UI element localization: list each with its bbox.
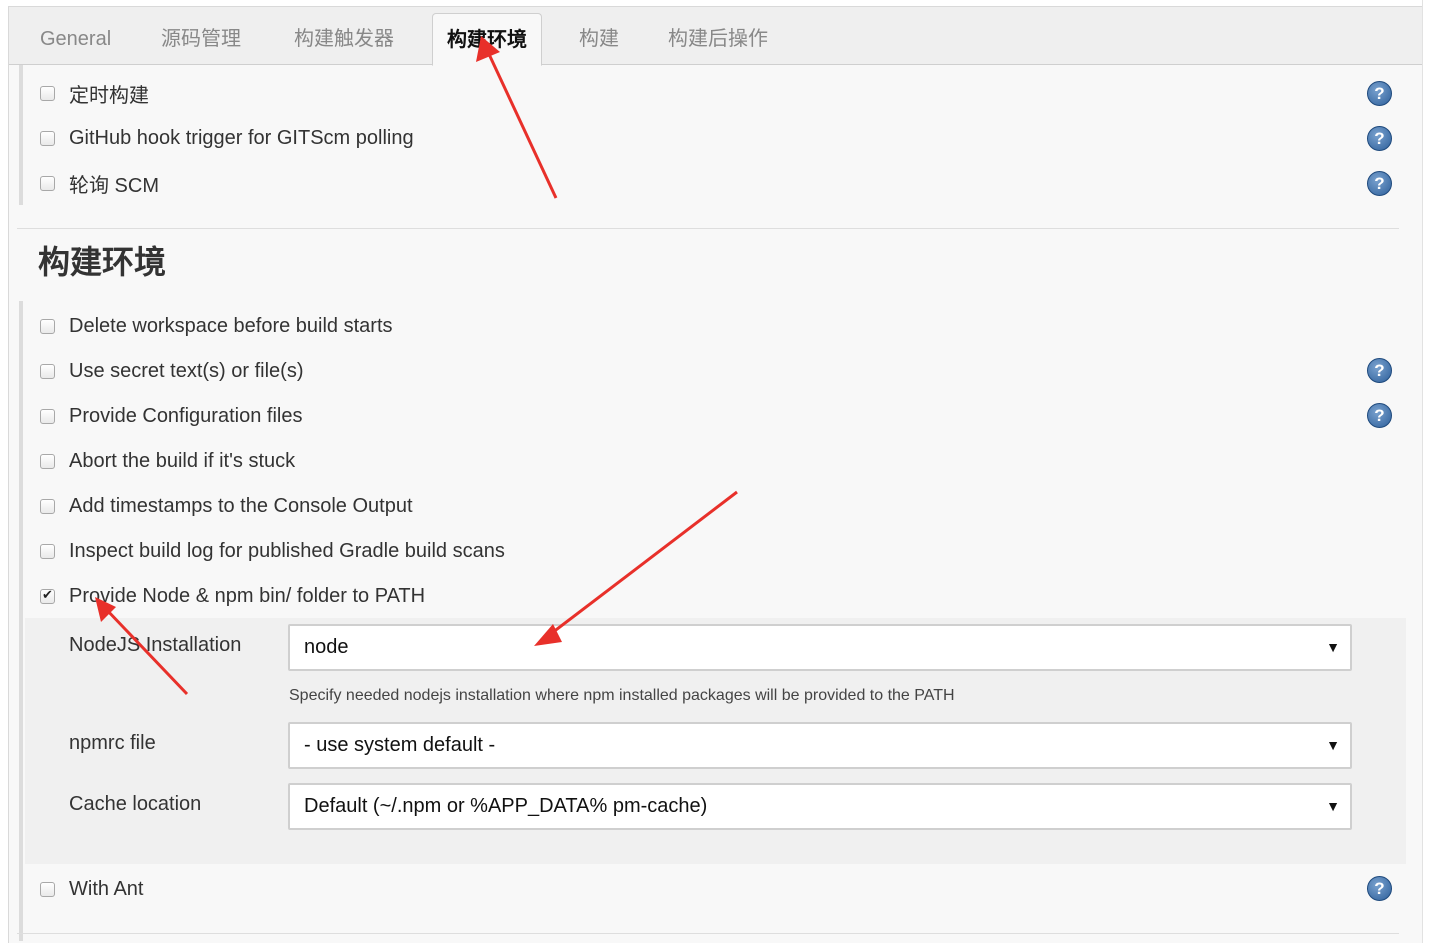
chevron-down-icon: ▼ [1326,798,1340,814]
help-icon[interactable]: ? [1367,358,1392,383]
select-value: - use system default - [304,734,496,756]
nodejs-installation-select[interactable]: node ▼ [288,624,1352,671]
provide-node-checkbox[interactable] [40,587,55,604]
help-icon[interactable]: ? [1367,81,1392,106]
trigger-row-scheduled: 定时构建 [40,78,149,108]
chevron-down-icon: ▼ [1326,639,1340,655]
section-indent-bar [19,301,23,941]
env-row-timestamps: Add timestamps to the Console Output [40,491,413,521]
tab-bar: General 源码管理 构建触发器 构建环境 构建 构建后操作 [9,7,1422,66]
with-ant-checkbox[interactable] [40,881,55,897]
secret-text-checkbox[interactable] [40,363,55,379]
checkbox-label: 定时构建 [69,84,149,107]
section-divider [17,228,1399,229]
help-icon[interactable]: ? [1367,403,1392,428]
checkbox-label: Delete workspace before build starts [69,314,393,337]
tab-build-triggers[interactable]: 构建触发器 [288,13,400,65]
env-row-with-ant: With Ant [40,874,143,904]
env-row-secret-text: Use secret text(s) or file(s) [40,356,303,386]
checkbox-label: Inspect build log for published Gradle b… [69,539,505,562]
tab-general[interactable]: General [34,13,117,65]
env-row-provide-node: Provide Node & npm bin/ folder to PATH [40,581,425,611]
select-value: Default (~/.npm or %APP_DATA% pm-cache) [304,795,708,817]
section-indent-bar [19,65,23,205]
help-icon[interactable]: ? [1367,126,1392,151]
github-hook-checkbox[interactable] [40,130,55,146]
page-border [1422,0,1423,943]
tab-source-management[interactable]: 源码管理 [155,13,247,65]
checkbox-label: Add timestamps to the Console Output [69,494,413,517]
checkbox-label: Abort the build if it's stuck [69,449,296,472]
npmrc-file-select[interactable]: - use system default - ▼ [288,722,1352,769]
env-row-abort-stuck: Abort the build if it's stuck [40,446,295,476]
gradle-scans-checkbox[interactable] [40,543,55,559]
delete-workspace-checkbox[interactable] [40,318,55,334]
chevron-down-icon: ▼ [1326,737,1340,753]
timestamps-checkbox[interactable] [40,498,55,514]
nodejs-installation-hint: Specify needed nodejs installation where… [289,687,955,704]
cache-location-label: Cache location [69,793,202,815]
select-value: node [304,636,349,658]
abort-stuck-checkbox[interactable] [40,453,55,469]
env-row-config-files: Provide Configuration files [40,401,302,431]
scheduled-build-checkbox[interactable] [40,85,55,101]
section-divider [17,933,1399,934]
trigger-row-github-hook: GitHub hook trigger for GITScm polling [40,123,414,153]
section-title: 构建环境 [38,244,167,280]
nodejs-installation-label: NodeJS Installation [69,634,242,656]
env-row-gradle-scans: Inspect build log for published Gradle b… [40,536,505,566]
tab-post-build-actions[interactable]: 构建后操作 [662,13,774,65]
poll-scm-checkbox[interactable] [40,175,55,191]
env-row-delete-workspace: Delete workspace before build starts [40,311,393,341]
tab-build[interactable]: 构建 [573,13,625,65]
tab-build-environment[interactable]: 构建环境 [432,13,542,66]
config-panel: General 源码管理 构建触发器 构建环境 构建 构建后操作 定时构建 ? … [8,6,1423,943]
checkbox-label: 轮询 SCM [69,174,159,197]
npmrc-file-label: npmrc file [69,732,156,754]
checkbox-label: GitHub hook trigger for GITScm polling [69,126,414,149]
cache-location-select[interactable]: Default (~/.npm or %APP_DATA% pm-cache) … [288,783,1352,830]
help-icon[interactable]: ? [1367,171,1392,196]
trigger-row-poll-scm: 轮询 SCM [40,168,159,198]
checkbox-label: Provide Configuration files [69,404,303,427]
checkbox-label: With Ant [69,877,144,900]
checkbox-label: Provide Node & npm bin/ folder to PATH [69,584,426,607]
config-files-checkbox[interactable] [40,408,55,424]
help-icon[interactable]: ? [1367,876,1392,901]
checkbox-label: Use secret text(s) or file(s) [69,359,304,382]
